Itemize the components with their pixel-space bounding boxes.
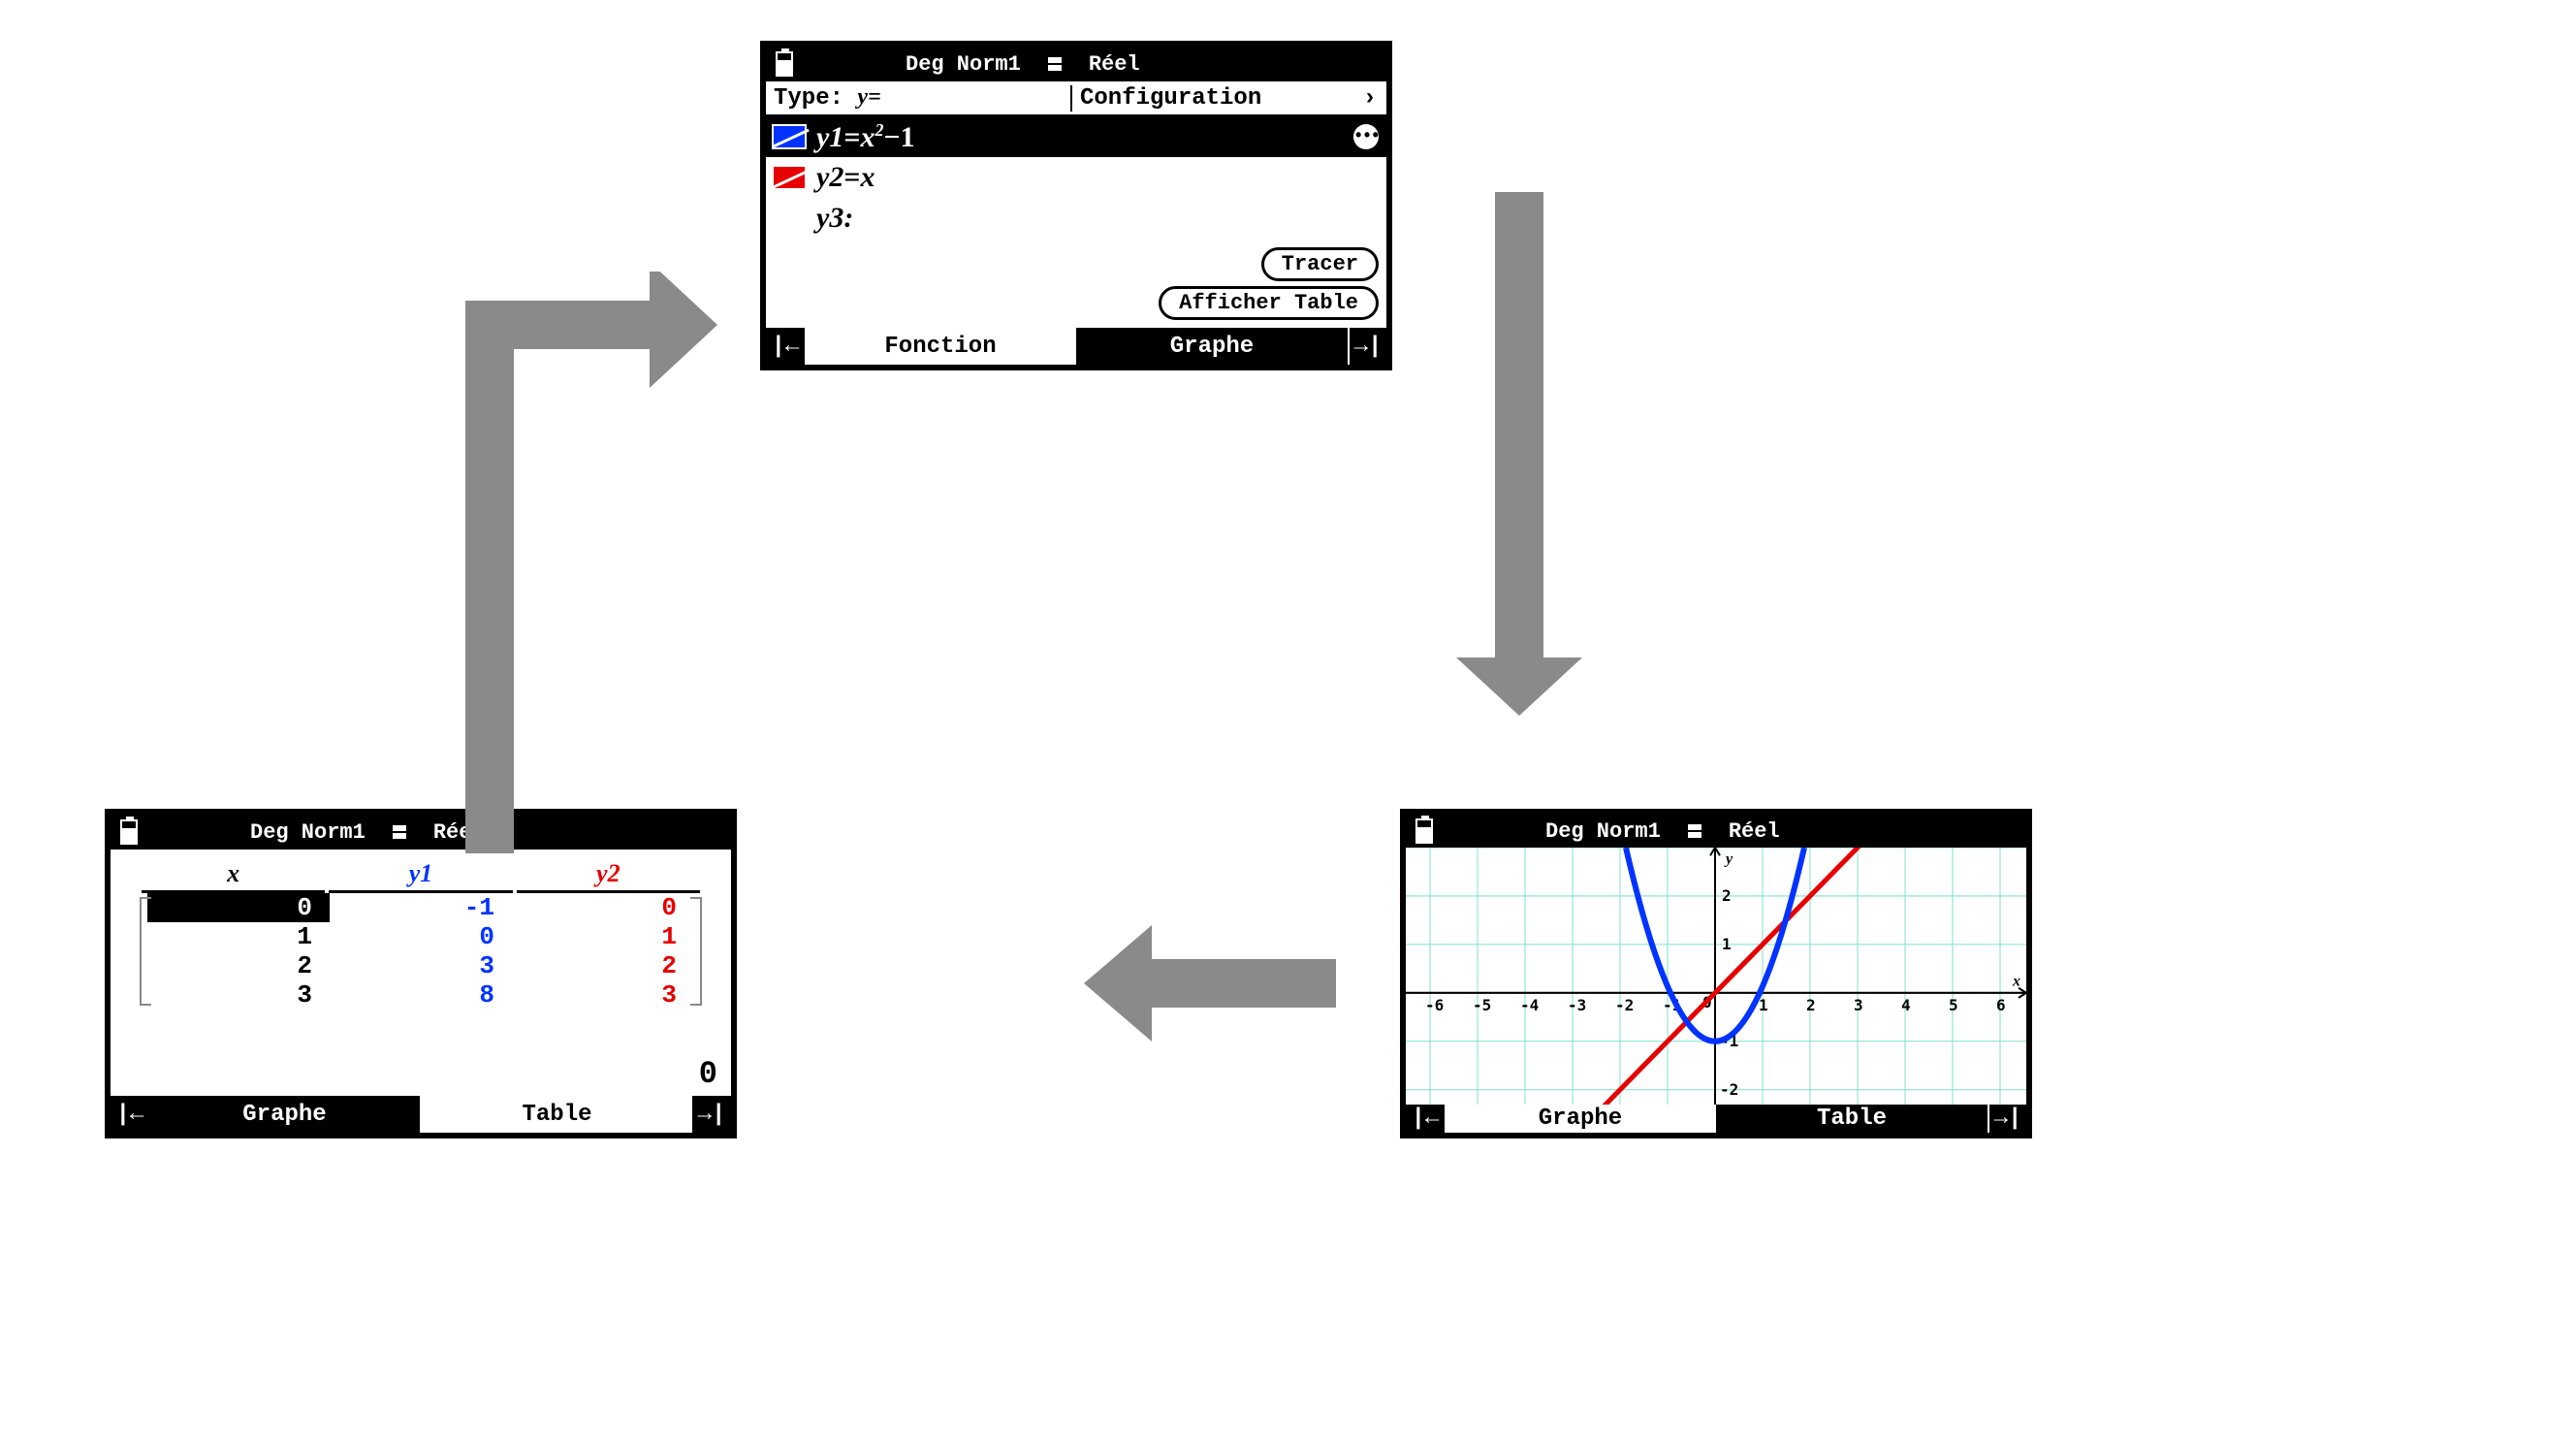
battery-icon	[120, 819, 138, 845]
graph-screen: Deg Norm1 Réel	[1400, 809, 2032, 1138]
svg-text:-2: -2	[1720, 1080, 1738, 1099]
svg-text:5: 5	[1949, 996, 1958, 1014]
table-row[interactable]: 0 -1 0	[147, 893, 694, 922]
function-list: y1=x2−1 ••• y2=x y3: Tracer Afficher Tab…	[766, 116, 1386, 328]
fraction-icon	[1048, 56, 1062, 72]
nav-graphe[interactable]: Graphe	[1445, 1105, 1716, 1133]
table-screen: Deg Norm1 Réel x y1 y2 0 -1 0 1 0 1 2 3 …	[105, 809, 737, 1138]
function-editor-screen: Deg Norm1 Réel Type: y= Configuration › …	[760, 41, 1392, 370]
col-header-y1: y1	[329, 859, 512, 893]
tracer-button[interactable]: Tracer	[1261, 247, 1379, 281]
fraction-icon	[1688, 823, 1701, 839]
table-header: x y1 y2	[140, 859, 702, 893]
afficher-table-button[interactable]: Afficher Table	[1159, 286, 1379, 320]
graph-svg: -6-5 -4-3 -2-1 12 34 56 21 -1-2 0 x y	[1406, 848, 2026, 1105]
battery-icon	[1415, 818, 1433, 844]
status-mode: Deg Norm1	[906, 52, 1021, 77]
status-domain: Réel	[1729, 819, 1780, 844]
nav-next-icon[interactable]: →|	[1988, 1105, 2026, 1133]
status-bar: Deg Norm1 Réel	[766, 47, 1386, 81]
fraction-icon	[393, 824, 406, 840]
color-swatch-red	[772, 165, 807, 190]
svg-text:y: y	[1724, 850, 1733, 867]
status-mode: Deg Norm1	[1545, 819, 1661, 844]
nav-prev-icon[interactable]: |←	[766, 328, 805, 365]
nav-graphe[interactable]: Graphe	[149, 1096, 422, 1133]
color-swatch-blue	[772, 124, 807, 149]
function-row-y2[interactable]: y2=x	[766, 157, 1386, 198]
function-row-y3[interactable]: y3:	[766, 198, 1386, 239]
chevron-right-icon: ›	[1363, 85, 1377, 112]
svg-text:4: 4	[1901, 996, 1911, 1014]
svg-text:2: 2	[1722, 886, 1732, 905]
svg-text:x: x	[2012, 974, 2020, 990]
nav-prev-icon[interactable]: |←	[111, 1096, 149, 1133]
svg-text:2: 2	[1806, 996, 1816, 1014]
table-row[interactable]: 3 8 3	[147, 980, 694, 1010]
nav-fonction[interactable]: Fonction	[805, 328, 1076, 365]
type-label[interactable]: Type: y=	[766, 84, 1070, 112]
nav-table[interactable]: Table	[1716, 1105, 1988, 1133]
battery-icon	[776, 51, 793, 77]
col-header-x: x	[142, 859, 325, 893]
svg-text:1: 1	[1759, 996, 1768, 1014]
bottom-nav: |← Fonction Graphe →|	[766, 328, 1386, 365]
color-swatch-empty	[772, 206, 807, 231]
svg-text:-5: -5	[1473, 996, 1491, 1014]
arrow-up-right-icon	[465, 272, 717, 853]
ellipsis-icon[interactable]: •••	[1353, 124, 1379, 149]
table-body: 0 -1 0 1 0 1 2 3 2 3 8 3	[140, 893, 702, 1010]
svg-text:-3: -3	[1568, 996, 1586, 1014]
arrow-down-icon	[1456, 134, 1611, 716]
nav-next-icon[interactable]: →|	[1348, 328, 1386, 365]
table-area: x y1 y2 0 -1 0 1 0 1 2 3 2 3 8 3	[111, 850, 731, 1096]
col-header-y2: y2	[517, 859, 700, 893]
status-domain: Réel	[1089, 52, 1140, 77]
status-bar: Deg Norm1 Réel	[1406, 815, 2026, 848]
svg-text:-4: -4	[1520, 996, 1539, 1014]
status-mode: Deg Norm1	[250, 820, 366, 845]
bottom-nav: |← Graphe Table →|	[1406, 1105, 2026, 1133]
svg-text:1: 1	[1722, 935, 1732, 953]
nav-prev-icon[interactable]: |←	[1406, 1105, 1445, 1133]
bottom-nav: |← Graphe Table →|	[111, 1096, 731, 1133]
svg-text:3: 3	[1854, 996, 1863, 1014]
current-cell-value: 0	[699, 1056, 717, 1092]
function-row-y1[interactable]: y1=x2−1 •••	[766, 116, 1386, 157]
table-row[interactable]: 1 0 1	[147, 922, 694, 951]
svg-text:-6: -6	[1425, 996, 1444, 1014]
svg-text:6: 6	[1996, 996, 2006, 1014]
svg-text:-2: -2	[1615, 996, 1634, 1014]
graph-canvas[interactable]: -6-5 -4-3 -2-1 12 34 56 21 -1-2 0 x y	[1406, 848, 2026, 1105]
type-row: Type: y= Configuration ›	[766, 81, 1386, 116]
nav-next-icon[interactable]: →|	[692, 1096, 731, 1133]
arrow-left-icon	[1084, 915, 1336, 1051]
configuration-menu[interactable]: Configuration ›	[1070, 85, 1386, 112]
nav-graphe[interactable]: Graphe	[1076, 328, 1348, 365]
nav-table[interactable]: Table	[422, 1096, 692, 1133]
table-row[interactable]: 2 3 2	[147, 951, 694, 980]
